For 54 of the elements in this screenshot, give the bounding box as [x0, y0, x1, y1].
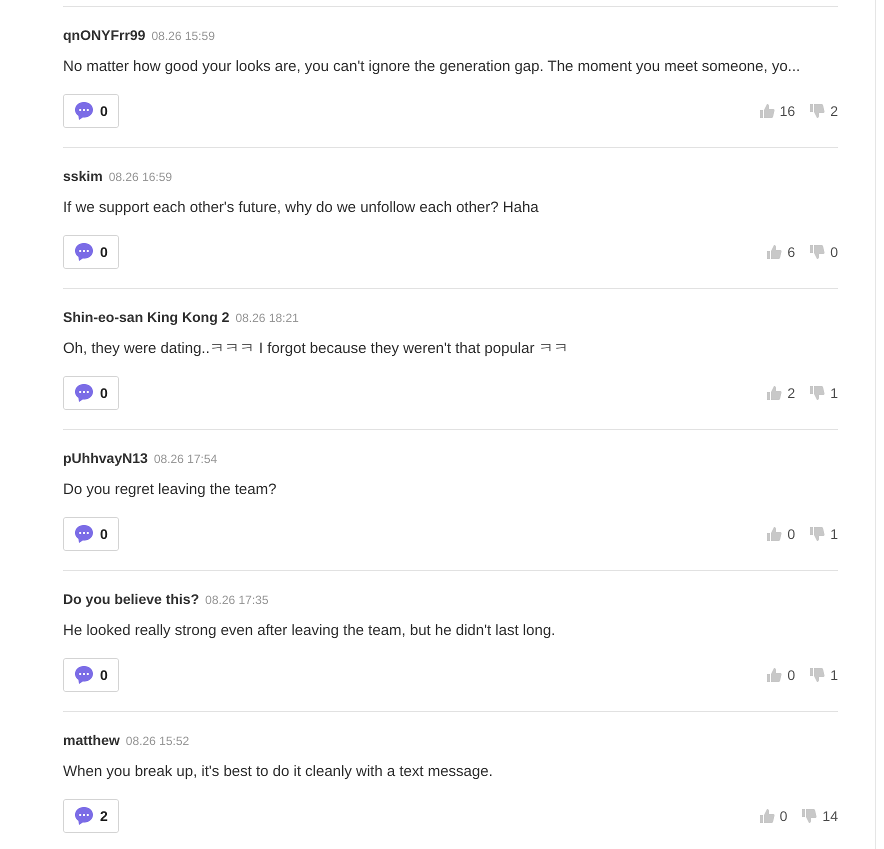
- username: Shin-eo-san King Kong 2: [63, 309, 230, 325]
- reply-button[interactable]: 0: [63, 658, 119, 692]
- username: qnONYFrr99: [63, 27, 146, 43]
- username: sskim: [63, 168, 103, 184]
- username: Do you believe this?: [63, 591, 200, 607]
- like-count: 16: [780, 103, 796, 119]
- reply-button[interactable]: 2: [63, 799, 119, 833]
- speech-bubble-icon: [74, 806, 94, 826]
- comment-text: Oh, they were dating..ㅋㅋㅋ I forgot because they weren't that popular ㅋㅋ: [63, 339, 570, 359]
- reply-button[interactable]: 0: [63, 94, 119, 128]
- thumbs-up-icon[interactable]: [766, 667, 782, 683]
- comment-text: If we support each other's future, why do we unfollow each other? Haha: [63, 198, 540, 218]
- dislike-count: 0: [830, 244, 838, 260]
- dislike-count: 1: [830, 667, 838, 683]
- timestamp: 08.26 16:59: [108, 170, 172, 184]
- thumbs-down-icon[interactable]: [809, 526, 826, 542]
- speech-bubble-icon: [74, 665, 94, 685]
- dislike-count: 14: [822, 808, 838, 824]
- speech-bubble-icon: [74, 242, 94, 262]
- speech-bubble-icon: [74, 383, 94, 403]
- thumbs-up-icon[interactable]: [766, 244, 782, 260]
- thumbs-up-icon[interactable]: [758, 808, 775, 824]
- comment-text: No matter how good your looks are, you can't ignore the generation gap. The moment you meet someone, yo...: [63, 57, 802, 77]
- dislike-count: 1: [830, 385, 838, 401]
- thumbs-down-icon[interactable]: [809, 385, 826, 401]
- thumbs-up-icon[interactable]: [758, 103, 775, 119]
- like-count: 0: [787, 526, 796, 542]
- thumbs-down-icon[interactable]: [809, 103, 826, 119]
- like-count: 6: [787, 244, 796, 260]
- reply-button[interactable]: 0: [63, 235, 119, 269]
- timestamp: 08.26 18:21: [235, 311, 299, 325]
- comment-text: Do you regret leaving the team?: [63, 480, 278, 500]
- comment-text: He looked really strong even after leaving the team, but he didn't last long.: [63, 621, 556, 641]
- timestamp: 08.26 15:52: [126, 734, 190, 748]
- thumbs-down-icon[interactable]: [801, 808, 818, 824]
- thumbs-up-icon[interactable]: [766, 385, 782, 401]
- timestamp: 08.26 17:35: [205, 593, 269, 607]
- dislike-count: 1: [830, 526, 838, 542]
- timestamp: 08.26 15:59: [151, 29, 215, 43]
- dislike-count: 2: [830, 103, 838, 119]
- speech-bubble-icon: [74, 101, 94, 121]
- like-count: 2: [787, 385, 796, 401]
- speech-bubble-icon: [74, 524, 94, 544]
- thumbs-down-icon[interactable]: [809, 667, 826, 683]
- reply-button[interactable]: 0: [63, 376, 119, 410]
- reply-button[interactable]: 0: [63, 517, 119, 551]
- thumbs-down-icon[interactable]: [809, 244, 826, 260]
- comment-text: When you break up, it's best to do it cleanly with a text message.: [63, 762, 494, 782]
- username: pUhhvayN13: [63, 450, 148, 466]
- timestamp: 08.26 17:54: [154, 452, 218, 466]
- thumbs-up-icon[interactable]: [766, 526, 782, 542]
- username: matthew: [63, 732, 120, 748]
- like-count: 0: [787, 667, 796, 683]
- like-count: 0: [780, 808, 788, 824]
